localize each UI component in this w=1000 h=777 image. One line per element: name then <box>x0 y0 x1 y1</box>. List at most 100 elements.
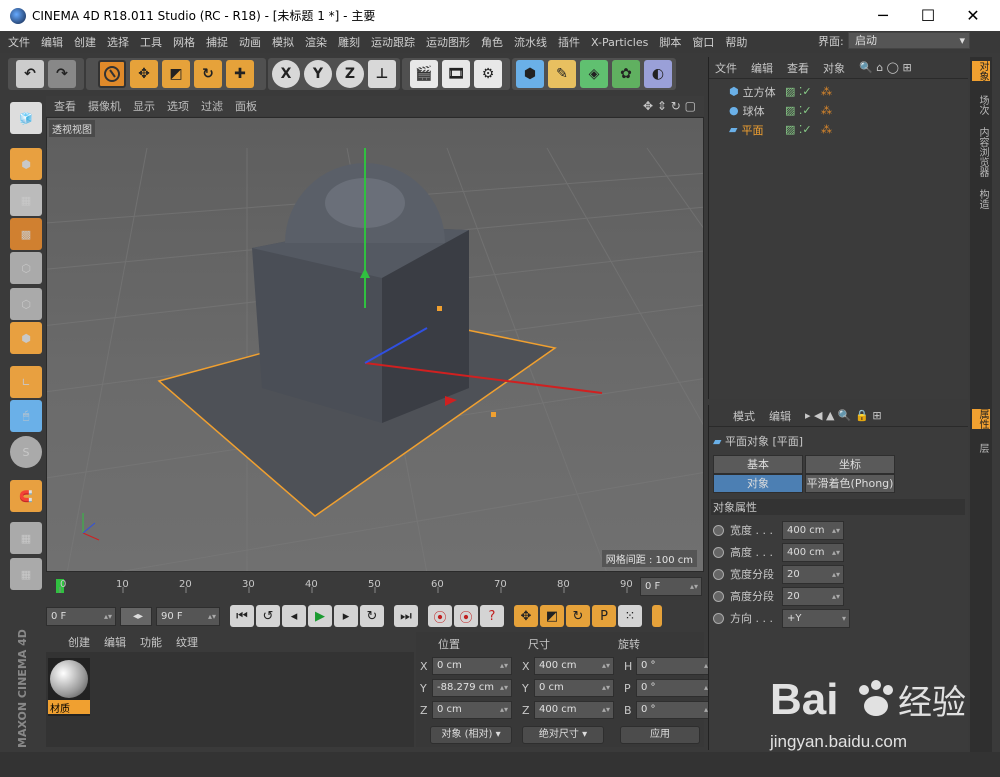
menu-animate[interactable]: 动画 <box>239 34 261 50</box>
object-menu-view[interactable]: 查看 <box>787 60 809 76</box>
prop-width-field[interactable]: 400 cm ▴▾ <box>782 520 844 540</box>
tab-coord[interactable]: 坐标 <box>805 455 895 474</box>
tweak-mode-icon[interactable]: 🖱 <box>10 400 42 432</box>
prop-width-segments-field[interactable]: 20 ▴▾ <box>782 564 844 584</box>
apply-button[interactable]: 应用 <box>620 726 700 744</box>
menu-render[interactable]: 渲染 <box>305 34 327 50</box>
anim-radio-icon[interactable] <box>713 546 724 558</box>
prev-frame-icon[interactable]: ◂ <box>282 605 306 627</box>
coord-mode-select[interactable]: 对象 (相对) ▾ <box>430 726 512 744</box>
rotate-icon[interactable]: ↻ <box>194 60 222 88</box>
play-icon[interactable]: ▶ <box>308 605 332 627</box>
visibility-check-icon[interactable]: ▨ ⁚✓ <box>785 123 812 136</box>
side-tab-content-browser[interactable]: 内容浏览器 <box>972 127 990 177</box>
prop-orientation-select[interactable]: +Y ▾ <box>782 608 850 628</box>
menu-motion-tracking[interactable]: 运动跟踪 <box>371 34 415 50</box>
pos-z-field[interactable]: 0 cm ▴▾ <box>432 701 512 719</box>
side-tab-attributes[interactable]: 属性 <box>972 409 990 429</box>
pos-y-field[interactable]: -88.279 cm ▴▾ <box>432 679 512 697</box>
side-tab-objects[interactable]: 对象 <box>972 61 990 81</box>
attribute-menu-mode[interactable]: 模式 <box>733 408 755 424</box>
anim-radio-icon[interactable] <box>713 568 724 580</box>
undo-icon[interactable]: ↶ <box>16 60 44 88</box>
side-tab-layers[interactable]: 层 <box>972 443 990 453</box>
menu-snap[interactable]: 捕捉 <box>206 34 228 50</box>
material-menu-function[interactable]: 功能 <box>140 634 162 650</box>
material-menu-edit[interactable]: 编辑 <box>104 634 126 650</box>
axis-x-icon[interactable]: X <box>272 60 300 88</box>
close-button[interactable]: ✕ <box>950 0 996 31</box>
next-frame-icon[interactable]: ▸ <box>334 605 358 627</box>
render-view-icon[interactable]: 🎬 <box>410 60 438 88</box>
start-frame-field[interactable]: 0 F ▴▾ <box>46 606 116 626</box>
axis-y-icon[interactable]: Y <box>304 60 332 88</box>
axis-mode-icon[interactable]: ∟ <box>10 366 42 398</box>
axis-z-icon[interactable]: Z <box>336 60 364 88</box>
size-y-field[interactable]: 0 cm ▴▾ <box>534 679 614 697</box>
menu-character[interactable]: 角色 <box>481 34 503 50</box>
key-rotation-icon[interactable]: ↻ <box>566 605 590 627</box>
locked-workplane-icon[interactable]: ▦ <box>10 522 42 554</box>
prop-height-field[interactable]: 400 cm ▴▾ <box>782 542 844 562</box>
menu-help[interactable]: 帮助 <box>725 34 747 50</box>
viewport-menu-panel[interactable]: 面板 <box>235 98 257 114</box>
redo-icon[interactable]: ↷ <box>48 60 76 88</box>
next-key-icon[interactable]: ↻ <box>360 605 384 627</box>
material-menu-create[interactable]: 创建 <box>68 634 90 650</box>
material-menu-texture[interactable]: 纹理 <box>176 634 198 650</box>
cube-icon[interactable]: ⬢ <box>516 60 544 88</box>
viewport-menu-display[interactable]: 显示 <box>133 98 155 114</box>
menu-create[interactable]: 创建 <box>74 34 96 50</box>
planar-workplane-icon[interactable]: ▦ <box>10 558 42 590</box>
solo-icon[interactable]: S <box>10 436 42 468</box>
end-frame-field[interactable]: 90 F ▴▾ <box>156 606 220 626</box>
record-icon[interactable]: ⦿ <box>428 605 452 627</box>
live-select-icon[interactable] <box>98 60 126 88</box>
prop-height-segments-field[interactable]: 20 ▴▾ <box>782 586 844 606</box>
object-row-cube[interactable]: ⬢ 立方体 ▨ ⁚✓ ⁂ <box>709 82 969 101</box>
size-mode-select[interactable]: 绝对尺寸 ▾ <box>522 726 604 744</box>
pen-icon[interactable]: ✎ <box>548 60 576 88</box>
visibility-check-icon[interactable]: ▨ ⁚✓ <box>785 85 812 98</box>
maximize-button[interactable]: ☐ <box>905 0 951 31</box>
anim-radio-icon[interactable] <box>713 612 724 624</box>
deformer-icon[interactable]: ◐ <box>644 60 672 88</box>
menu-plugins[interactable]: 插件 <box>558 34 580 50</box>
object-menu-objects[interactable]: 对象 <box>823 60 845 76</box>
rot-p-field[interactable]: 0 °▴▾ <box>636 679 716 697</box>
menu-xparticles[interactable]: X-Particles <box>591 36 648 49</box>
size-z-field[interactable]: 400 cm ▴▾ <box>534 701 614 719</box>
timeline-ruler[interactable]: 0 10 20 30 40 50 60 70 80 90 0 F ▴▾ <box>46 575 704 597</box>
texture-mode-icon[interactable]: ▦ <box>10 184 42 216</box>
rot-b-field[interactable]: 0 °▴▾ <box>636 701 716 719</box>
perspective-viewport[interactable]: 透视视图 网格间距 : 100 cm <box>46 117 704 572</box>
object-menu-file[interactable]: 文件 <box>715 60 737 76</box>
tag-icon[interactable]: ⁂ <box>821 104 832 117</box>
auto-key-icon[interactable]: ⦿ <box>454 605 478 627</box>
menu-pipeline[interactable]: 流水线 <box>514 34 547 50</box>
goto-start-icon[interactable]: ⏮ <box>230 605 254 627</box>
menu-mograph[interactable]: 运动图形 <box>426 34 470 50</box>
menu-sculpt[interactable]: 雕刻 <box>338 34 360 50</box>
tab-object[interactable]: 对象 <box>713 474 803 493</box>
menu-tools[interactable]: 工具 <box>140 34 162 50</box>
keyframe-selection-icon[interactable]: ? <box>480 605 504 627</box>
render-settings-icon[interactable]: ⚙ <box>474 60 502 88</box>
key-position-icon[interactable]: ✥ <box>514 605 538 627</box>
anim-radio-icon[interactable] <box>713 590 724 602</box>
menu-simulate[interactable]: 模拟 <box>272 34 294 50</box>
viewport-menu-camera[interactable]: 摄像机 <box>88 98 121 114</box>
viewport-nav-icons[interactable]: ✥ ⇕ ↻ ▢ <box>643 99 696 113</box>
transform-icon[interactable]: ✚ <box>226 60 254 88</box>
rot-h-field[interactable]: 0 °▴▾ <box>636 657 716 675</box>
timeline-layout-icon[interactable] <box>652 605 662 627</box>
tab-basic[interactable]: 基本 <box>713 455 803 474</box>
model-mode-icon[interactable]: ⬢ <box>10 148 42 180</box>
viewport-menu-options[interactable]: 选项 <box>167 98 189 114</box>
object-menu-edit[interactable]: 编辑 <box>751 60 773 76</box>
current-frame-field[interactable]: 0 F ▴▾ <box>640 577 702 596</box>
menu-edit[interactable]: 编辑 <box>41 34 63 50</box>
menu-script[interactable]: 脚本 <box>659 34 681 50</box>
move-icon[interactable]: ✥ <box>130 60 158 88</box>
side-tab-structure[interactable]: 构造 <box>972 189 990 209</box>
